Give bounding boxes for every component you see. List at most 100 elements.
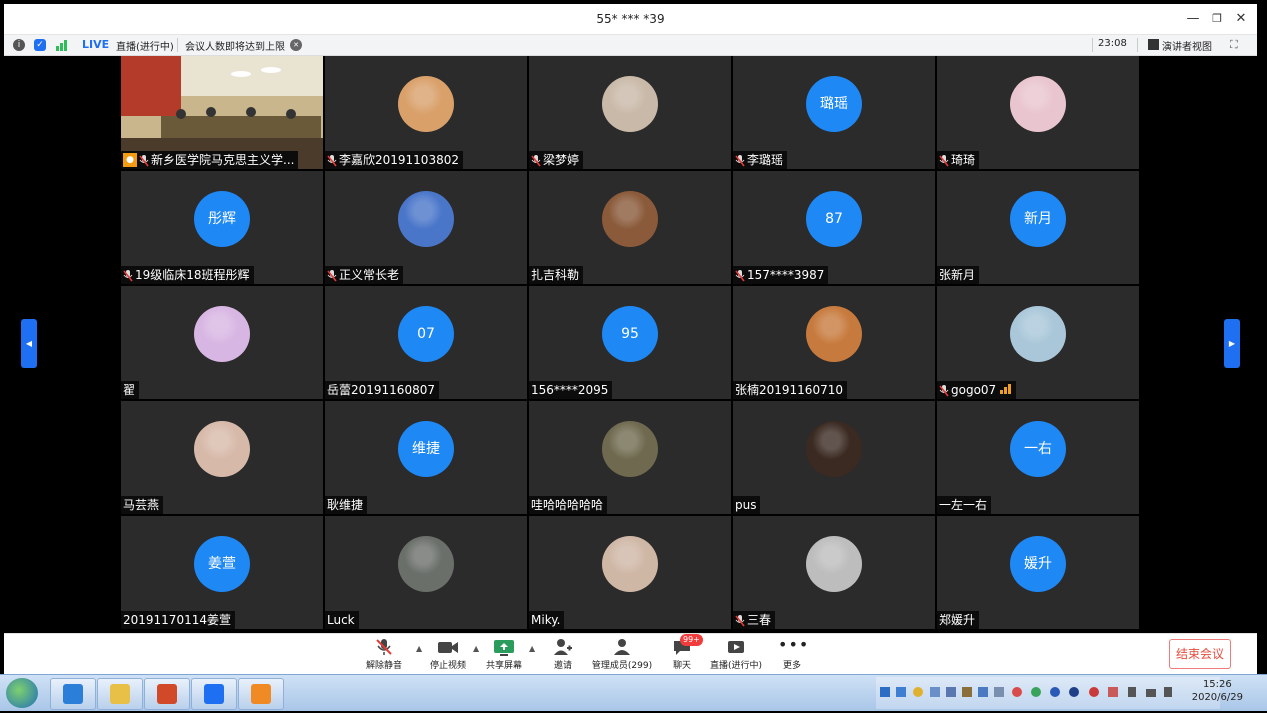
participant-tile[interactable]: 扎吉科勒 (529, 171, 731, 284)
share-options-caret[interactable]: ▲ (529, 644, 535, 653)
unmute-button[interactable]: 解除静音 (364, 636, 404, 674)
chat-button[interactable]: 99+ 聊天 (668, 634, 703, 674)
start-menu-icon[interactable] (6, 678, 38, 708)
livestream-button[interactable]: 直播(进行中) (708, 636, 764, 674)
participant-tile[interactable]: Luck (325, 516, 527, 629)
participant-tile[interactable]: ● 新乡医学院马克思主义学... (121, 56, 323, 169)
close-notice-icon[interactable]: ✕ (290, 39, 302, 51)
mic-off-icon (376, 639, 392, 655)
host-icon: ● (123, 153, 137, 167)
participant-name-bar: 李嘉欣20191103802 (325, 151, 463, 169)
participant-name: 19级临床18班程彤辉 (135, 268, 250, 282)
divider (1137, 38, 1138, 52)
participant-tile[interactable]: 彤辉 19级临床18班程彤辉 (121, 171, 323, 284)
live-status[interactable]: 直播(进行中) (116, 38, 174, 53)
mic-muted-icon (939, 384, 949, 397)
next-page-arrow[interactable]: ▶ (1224, 319, 1240, 368)
participant-tile[interactable]: 马芸燕 (121, 401, 323, 514)
add-person-icon (554, 639, 572, 655)
participant-tile[interactable]: 维捷 耿维捷 (325, 401, 527, 514)
stop-video-button[interactable]: 停止视频 (428, 636, 468, 674)
share-screen-button[interactable]: 共享屏幕 (484, 636, 524, 674)
participant-avatar (398, 191, 454, 247)
mic-muted-icon (735, 154, 745, 167)
participant-name-bar: Luck (325, 611, 359, 629)
participant-name: 157****3987 (747, 268, 825, 282)
participant-tile[interactable]: 87 157****3987 (733, 171, 935, 284)
close-window-button[interactable]: ✕ (1229, 4, 1253, 34)
participant-tile[interactable]: 琦琦 (937, 56, 1139, 169)
participant-tile[interactable]: 璐瑶 李璐瑶 (733, 56, 935, 169)
info-icon[interactable]: i (13, 39, 25, 51)
end-meeting-button[interactable]: 结束会议 (1169, 639, 1231, 669)
participant-name: 马芸燕 (123, 498, 160, 512)
participant-tile[interactable]: 新月 张新月 (937, 171, 1139, 284)
video-camera-icon (438, 642, 458, 653)
participant-tile[interactable]: pus (733, 401, 935, 514)
participant-tile[interactable]: 07 岳蕾20191160807 (325, 286, 527, 399)
participant-name-bar: ● 新乡医学院马克思主义学... (121, 151, 299, 169)
participant-name: 哇哈哈哈哈哈 (531, 498, 604, 512)
participant-tile[interactable]: 哇哈哈哈哈哈 (529, 401, 731, 514)
participant-name: 正义常长老 (339, 268, 400, 282)
file-explorer-icon[interactable] (97, 678, 143, 710)
participant-tile[interactable]: 翟 (121, 286, 323, 399)
participant-avatar (1010, 76, 1066, 132)
minimize-button[interactable]: — (1181, 4, 1205, 34)
participant-name: 新乡医学院马克思主义学... (151, 153, 295, 167)
participant-name-bar: 马芸燕 (121, 496, 164, 514)
system-clock[interactable]: 15:26 2020/6/29 (1192, 678, 1243, 704)
mic-muted-icon (327, 154, 337, 167)
signal-icon[interactable] (56, 39, 68, 51)
participant-name: Luck (327, 613, 355, 627)
browser-app-icon[interactable] (50, 678, 96, 710)
restore-button[interactable]: ❐ (1205, 4, 1229, 34)
invite-button[interactable]: 邀请 (548, 636, 578, 674)
participant-name-bar: 一左一右 (937, 496, 992, 514)
manage-members-button[interactable]: 管理成员(299) (590, 636, 654, 674)
livestream-label: 直播(进行中) (709, 661, 763, 671)
participant-name: 李嘉欣20191103802 (339, 153, 459, 167)
participant-tile[interactable]: 媛升 郑媛升 (937, 516, 1139, 629)
participant-tile[interactable]: gogo07 (937, 286, 1139, 399)
participant-name: 一左一右 (939, 498, 988, 512)
livestream-icon (728, 641, 744, 653)
shield-icon[interactable]: ✓ (34, 39, 46, 51)
capacity-notice: 会议人数即将达到上限 (185, 42, 285, 53)
participant-name-bar: 三春 (733, 611, 776, 629)
previous-page-arrow[interactable]: ◀ (21, 319, 37, 368)
fullscreen-icon[interactable]: ⛶ (1230, 38, 1238, 52)
video-options-caret[interactable]: ▲ (473, 644, 479, 653)
unmute-label: 解除静音 (365, 661, 402, 671)
participant-name-bar: 哇哈哈哈哈哈 (529, 496, 608, 514)
participant-name-bar: 郑媛升 (937, 611, 980, 629)
participant-name: 耿维捷 (327, 498, 364, 512)
participant-name: 梁梦婷 (543, 153, 580, 167)
participant-tile[interactable]: 三春 (733, 516, 935, 629)
participant-avatar (602, 191, 658, 247)
participant-tile[interactable]: 95 156****2095 (529, 286, 731, 399)
more-button[interactable]: ••• 更多 (778, 636, 808, 674)
participant-tile[interactable]: 一右 一左一右 (937, 401, 1139, 514)
audio-options-caret[interactable]: ▲ (416, 644, 422, 653)
participant-tile[interactable]: 张楠20191160710 (733, 286, 935, 399)
participant-tile[interactable]: 姜萱 20191170114姜萱 (121, 516, 323, 629)
mic-muted-icon (327, 269, 337, 282)
participant-avatar (398, 76, 454, 132)
view-mode-button[interactable]: 演讲者视图 (1162, 38, 1212, 53)
view-layout-icon (1148, 39, 1159, 50)
participant-tile[interactable]: 梁梦婷 (529, 56, 731, 169)
participant-tile[interactable]: 正义常长老 (325, 171, 527, 284)
mic-muted-icon (123, 269, 133, 282)
members-icon (614, 639, 630, 655)
participant-tile[interactable]: Miky. (529, 516, 731, 629)
meeting-app-icon[interactable] (191, 678, 237, 710)
powerpoint-icon[interactable] (144, 678, 190, 710)
tray-icons[interactable] (876, 677, 1176, 709)
media-player-icon[interactable] (238, 678, 284, 710)
stop-video-label: 停止视频 (429, 661, 466, 671)
participant-tile[interactable]: 李嘉欣20191103802 (325, 56, 527, 169)
participant-grid: ● 新乡医学院马克思主义学... 李嘉欣20191103802 梁梦婷 璐瑶 李璐瑶 琦琦彤… (121, 56, 1139, 629)
mic-muted-icon (735, 269, 745, 282)
participant-name: 扎吉科勒 (531, 268, 580, 282)
